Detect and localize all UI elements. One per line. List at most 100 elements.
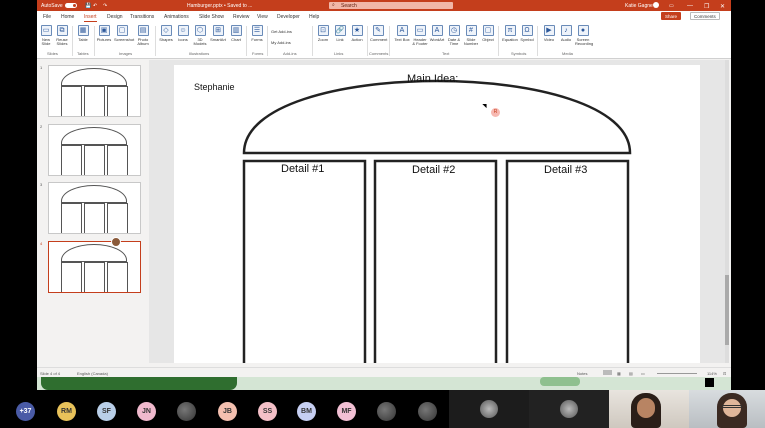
- participant-jb[interactable]: JB: [218, 402, 237, 421]
- participant-sf[interactable]: SF: [97, 402, 116, 421]
- link-button[interactable]: 🔗 Link: [332, 25, 348, 42]
- participant-mf[interactable]: MF: [337, 402, 356, 421]
- detail-2-box[interactable]: [373, 159, 498, 363]
- slide-thumbnail-4[interactable]: [48, 241, 141, 293]
- equation-button[interactable]: π Equation: [502, 25, 518, 42]
- wordart-button[interactable]: A WordArt: [429, 25, 445, 42]
- tab-view[interactable]: View: [257, 14, 268, 20]
- pictures-button[interactable]: ▣ Pictures: [96, 25, 112, 42]
- user-name[interactable]: Katie Gagne: [625, 3, 653, 9]
- slide-sorter-icon[interactable]: ▦: [617, 371, 621, 376]
- user-avatar[interactable]: [653, 2, 659, 8]
- green-banner: [41, 377, 237, 390]
- close-button[interactable]: ✕: [720, 3, 725, 10]
- notes-button[interactable]: Notes: [577, 371, 587, 376]
- reading-view-icon[interactable]: ▤: [629, 371, 633, 376]
- header-footer-button[interactable]: ▭ Header & Footer: [412, 25, 428, 46]
- tab-file[interactable]: File: [43, 14, 51, 20]
- chart-button[interactable]: ▥ Chart: [228, 25, 244, 42]
- screen-recording-button[interactable]: ● Screen Recording: [575, 25, 593, 46]
- photo-album-button[interactable]: ▤ Photo Album: [135, 25, 151, 46]
- text-box-button[interactable]: A Text Box: [394, 25, 410, 42]
- detail-2-label[interactable]: Detail #2: [412, 164, 455, 176]
- detail-1-label[interactable]: Detail #1: [281, 163, 324, 175]
- tab-home[interactable]: Home: [61, 14, 74, 20]
- student-name-text[interactable]: Stephanie: [194, 82, 235, 92]
- fit-slide-icon[interactable]: ⊡: [723, 371, 726, 376]
- share-button[interactable]: Share: [661, 12, 682, 20]
- collaborator-avatar[interactable]: [111, 237, 121, 247]
- tab-developer[interactable]: Developer: [277, 14, 300, 20]
- tab-review[interactable]: Review: [233, 14, 249, 20]
- tab-animations[interactable]: Animations: [164, 14, 189, 20]
- comments-button[interactable]: Comments: [690, 12, 720, 20]
- search-box[interactable]: ⌕ Search: [329, 2, 453, 9]
- video-tile-2[interactable]: [529, 390, 609, 428]
- comment-button[interactable]: ✎ Comment: [370, 25, 387, 42]
- participant-ss[interactable]: SS: [258, 402, 277, 421]
- file-name[interactable]: Hamburger.pptx • Saved to ...: [187, 3, 252, 9]
- object-button[interactable]: ▢ Object: [480, 25, 496, 42]
- new-slide-button[interactable]: ▭ New Slide: [38, 25, 54, 46]
- detail-3-label[interactable]: Detail #3: [544, 164, 587, 176]
- icons-button[interactable]: ☺ Icons: [175, 25, 191, 42]
- get-add-ins-button[interactable]: Get Add-ins: [271, 29, 292, 34]
- undo-icon[interactable]: ↶: [93, 3, 97, 9]
- main-idea-label[interactable]: Main Idea:: [407, 73, 458, 85]
- symbol-button[interactable]: Ω Symbol: [519, 25, 535, 42]
- slide-thumbnail-1[interactable]: [48, 65, 141, 117]
- slideshow-icon[interactable]: ▭: [641, 371, 645, 376]
- forms-button[interactable]: ☰ Forms: [249, 25, 265, 42]
- ribbon-display-icon[interactable]: ▭: [669, 3, 674, 9]
- ribbon-insert: ▭ New Slide ⧉ Reuse Slides ▦ Table ▣ Picture…: [37, 22, 731, 59]
- 3d-models-button[interactable]: ⬡ 3D Models: [192, 25, 208, 46]
- slide-number-button[interactable]: # Slide Number: [463, 25, 479, 46]
- slide-thumbnail-panel[interactable]: 1 2 3 4: [37, 60, 149, 363]
- zoom-icon: ⊡: [317, 25, 329, 36]
- main-idea-dome[interactable]: [242, 79, 632, 155]
- screenshot-button[interactable]: ▢ Screenshot: [114, 25, 134, 42]
- zoom-level[interactable]: 114%: [707, 371, 717, 376]
- more-participants-button[interactable]: +37: [16, 402, 35, 421]
- participant-photo-b[interactable]: [418, 402, 437, 421]
- reuse-slides-button[interactable]: ⧉ Reuse Slides: [54, 25, 70, 46]
- video-button[interactable]: ▶ Video: [541, 25, 557, 42]
- tab-slide-show[interactable]: Slide Show: [199, 14, 224, 20]
- table-button[interactable]: ▦ Table: [75, 25, 91, 42]
- scroll-thumb[interactable]: [725, 275, 729, 345]
- slide-thumbnail-3[interactable]: [48, 182, 141, 234]
- participant-photo-a[interactable]: [377, 402, 396, 421]
- redo-icon[interactable]: ↷: [103, 3, 107, 9]
- tab-help[interactable]: Help: [309, 14, 319, 20]
- date-time-button[interactable]: ◷ Date & Time: [446, 25, 462, 46]
- detail-3-box[interactable]: [505, 159, 630, 363]
- video-tile-student[interactable]: [689, 390, 765, 428]
- zoom-button[interactable]: ⊡ Zoom: [315, 25, 331, 42]
- language-indicator[interactable]: English (Canada): [77, 371, 108, 376]
- participant-photo-dog[interactable]: [177, 402, 196, 421]
- slide-editor[interactable]: Stephanie Main Idea: Detail #1 Detail #2…: [149, 60, 729, 363]
- minimize-button[interactable]: —: [687, 3, 693, 9]
- save-icon[interactable]: 💾: [85, 3, 91, 9]
- restore-button[interactable]: ❐: [704, 3, 709, 10]
- action-button[interactable]: ★ Action: [349, 25, 365, 42]
- participant-jn[interactable]: JN: [137, 402, 156, 421]
- tab-design[interactable]: Design: [107, 14, 123, 20]
- slide-canvas[interactable]: Stephanie Main Idea: Detail #1 Detail #2…: [174, 65, 700, 363]
- video-tile-1[interactable]: [449, 390, 529, 428]
- shapes-button[interactable]: ◇ Shapes: [158, 25, 174, 42]
- slide-thumbnail-2[interactable]: [48, 124, 141, 176]
- autosave-toggle[interactable]: [65, 3, 77, 8]
- audio-button[interactable]: ♪ Audio: [558, 25, 574, 42]
- tab-insert[interactable]: Insert: [84, 14, 97, 22]
- normal-view-icon[interactable]: [603, 370, 612, 375]
- detail-1-box[interactable]: [242, 159, 367, 363]
- vertical-scrollbar[interactable]: [725, 60, 729, 363]
- participant-bm[interactable]: BM: [297, 402, 316, 421]
- tab-transitions[interactable]: Transitions: [130, 14, 154, 20]
- zoom-slider[interactable]: [657, 373, 697, 374]
- video-tile-teacher[interactable]: [609, 390, 689, 428]
- my-add-ins-button[interactable]: My Add-ins: [271, 40, 291, 45]
- participant-rm[interactable]: RM: [57, 402, 76, 421]
- smartart-button[interactable]: ⊞ SmartArt: [210, 25, 226, 42]
